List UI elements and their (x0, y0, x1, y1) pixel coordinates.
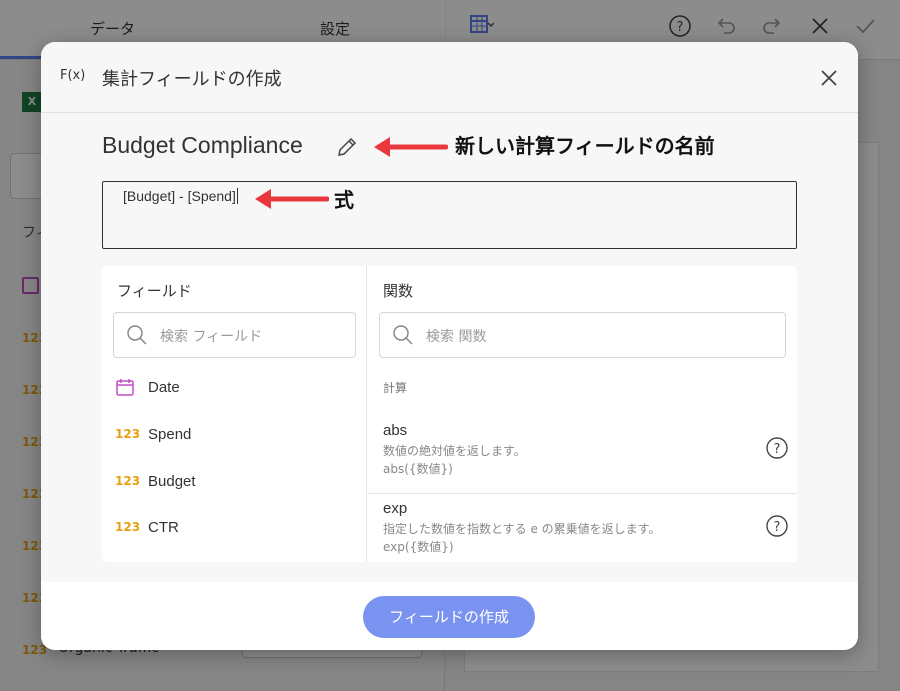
search-icon (127, 325, 147, 345)
formula-editor[interactable]: [Budget] - [Spend] (102, 181, 797, 249)
number-icon: 123 (115, 474, 141, 488)
text-cursor (236, 188, 238, 204)
function-item-abs[interactable]: abs 数値の絶対値を返します。 abs({数値}) ? (368, 422, 797, 494)
field-item-budget[interactable]: 123 Budget (102, 464, 367, 504)
help-icon[interactable]: ? (765, 514, 789, 538)
function-signature: abs({数値}) (383, 462, 453, 476)
field-label: Budget (148, 473, 196, 490)
dialog-title: 集計フィールドの作成 (102, 69, 282, 90)
create-field-button[interactable]: フィールドの作成 (363, 596, 535, 638)
function-name: abs (383, 422, 408, 439)
dialog-footer: フィールドの作成 (41, 582, 858, 650)
formula-annotation: 式 (334, 188, 354, 212)
svg-text:?: ? (774, 442, 781, 457)
arrow-icon (255, 189, 329, 209)
function-description: 数値の絶対値を返します。 (383, 444, 526, 458)
arrow-icon (374, 137, 448, 157)
field-search-input[interactable]: 検索 フィールド (113, 312, 356, 358)
function-item-exp[interactable]: exp 指定した数値を指数とする e の累乗値を返します。 exp({数値}) … (368, 500, 797, 562)
function-name: exp (383, 500, 408, 517)
fields-header: フィールド (117, 282, 192, 300)
functions-panel: 関数 検索 関数 計算 abs 数値の絶対値を返します。 abs({数値}) ?… (368, 266, 797, 562)
search-icon (393, 325, 413, 345)
create-calculated-field-dialog: F(x) 集計フィールドの作成 Budget Compliance [Budge… (41, 42, 858, 650)
field-name-title[interactable]: Budget Compliance (102, 132, 303, 159)
field-label: Date (148, 379, 180, 396)
field-label: CTR (148, 519, 179, 536)
functions-header: 関数 (383, 282, 414, 300)
function-signature: exp({数値}) (383, 540, 454, 554)
field-name-annotation: 新しい計算フィールドの名前 (455, 134, 715, 158)
field-item-date[interactable]: Date (102, 370, 367, 410)
field-function-lists: フィールド 検索 フィールド Date 123 Spend 123 Budget… (102, 266, 797, 562)
function-category-label: 計算 (383, 381, 408, 395)
fields-panel: フィールド 検索 フィールド Date 123 Spend 123 Budget… (102, 266, 367, 562)
pencil-icon[interactable] (335, 135, 359, 159)
function-description: 指定した数値を指数とする e の累乗値を返します。 (383, 522, 661, 536)
calendar-icon (116, 379, 134, 396)
close-icon[interactable] (816, 65, 842, 91)
dialog-header: F(x) 集計フィールドの作成 (41, 42, 858, 113)
field-item-spend[interactable]: 123 Spend (102, 417, 367, 457)
function-icon: F(x) (60, 68, 86, 83)
help-icon[interactable]: ? (765, 436, 789, 460)
function-search-input[interactable]: 検索 関数 (379, 312, 786, 358)
function-search-placeholder: 検索 関数 (426, 329, 487, 345)
number-icon: 123 (115, 520, 141, 534)
field-search-placeholder: 検索 フィールド (160, 329, 263, 345)
field-label: Spend (148, 426, 192, 443)
formula-text: [Budget] - [Spend] (123, 188, 236, 204)
number-icon: 123 (115, 427, 141, 441)
svg-text:?: ? (774, 520, 781, 535)
field-item-ctr[interactable]: 123 CTR (102, 510, 367, 550)
